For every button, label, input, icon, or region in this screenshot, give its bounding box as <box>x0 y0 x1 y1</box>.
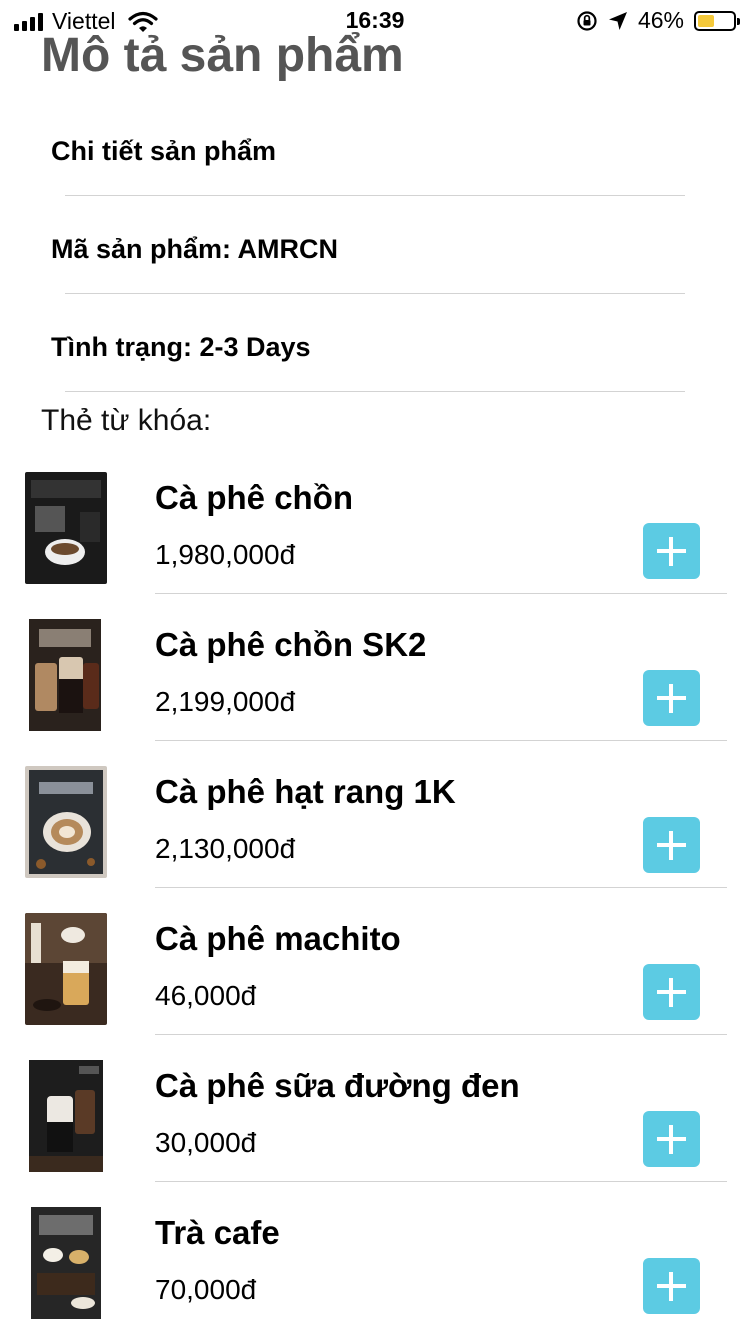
product-detail-screen: Viettel 16:39 46% Mô tả sản phẩm Chi tiế… <box>0 0 750 1334</box>
divider <box>65 195 685 196</box>
location-icon <box>608 11 627 30</box>
product-price: 46,000đ <box>155 980 257 1011</box>
detail-heading: Chi tiết sản phẩm <box>51 136 277 166</box>
product-thumbnail <box>25 1207 107 1319</box>
divider <box>155 740 727 741</box>
product-name: Cà phê hạt rang 1K <box>155 773 456 810</box>
product-name: Cà phê chồn SK2 <box>155 626 427 663</box>
product-name: Cà phê chồn <box>155 479 354 516</box>
divider <box>155 1034 727 1035</box>
product-thumbnail <box>25 766 107 878</box>
product-thumbnail <box>25 1060 107 1172</box>
divider <box>155 887 727 888</box>
product-name: Cà phê machito <box>155 920 401 957</box>
product-price: 30,000đ <box>155 1127 257 1158</box>
add-to-cart-button[interactable] <box>643 1111 700 1167</box>
add-to-cart-button[interactable] <box>643 817 700 873</box>
add-to-cart-button[interactable] <box>643 670 700 726</box>
divider <box>155 593 727 594</box>
page-title: Mô tả sản phẩm <box>41 29 404 82</box>
add-to-cart-button[interactable] <box>643 964 700 1020</box>
battery-percent: 46% <box>637 7 684 33</box>
divider <box>65 391 685 392</box>
product-item[interactable]: Cà phê machito 46,000đ <box>0 910 750 1057</box>
battery-icon <box>694 10 740 31</box>
divider <box>65 293 685 294</box>
product-item[interactable]: Cà phê chồn 1,980,000đ <box>0 469 750 616</box>
product-item[interactable]: Cà phê hạt rang 1K 2,130,000đ <box>0 763 750 910</box>
product-price: 70,000đ <box>155 1274 257 1305</box>
product-thumbnail <box>25 472 107 584</box>
add-to-cart-button[interactable] <box>643 523 700 579</box>
product-thumbnail <box>25 619 107 731</box>
product-item[interactable]: Trà cafe 70,000đ <box>0 1204 750 1334</box>
battery-level <box>698 14 714 27</box>
status-right: 46% <box>576 7 740 34</box>
product-name: Cà phê sữa đường đen <box>155 1067 520 1104</box>
product-price: 1,980,000đ <box>155 539 296 570</box>
product-item[interactable]: Cà phê sữa đường đen 30,000đ <box>0 1057 750 1204</box>
product-price: 2,199,000đ <box>155 686 296 717</box>
product-item[interactable]: Cà phê chồn SK2 2,199,000đ <box>0 616 750 763</box>
tags-label: Thẻ từ khóa: <box>41 404 212 437</box>
product-status: Tình trạng: 2-3 Days <box>51 332 311 362</box>
divider <box>155 1181 727 1182</box>
rotation-lock-icon <box>577 10 597 31</box>
product-sku: Mã sản phẩm: AMRCN <box>51 234 339 264</box>
product-thumbnail <box>25 913 107 1025</box>
product-price: 2,130,000đ <box>155 833 296 864</box>
add-to-cart-button[interactable] <box>643 1258 700 1314</box>
product-name: Trà cafe <box>155 1214 280 1251</box>
